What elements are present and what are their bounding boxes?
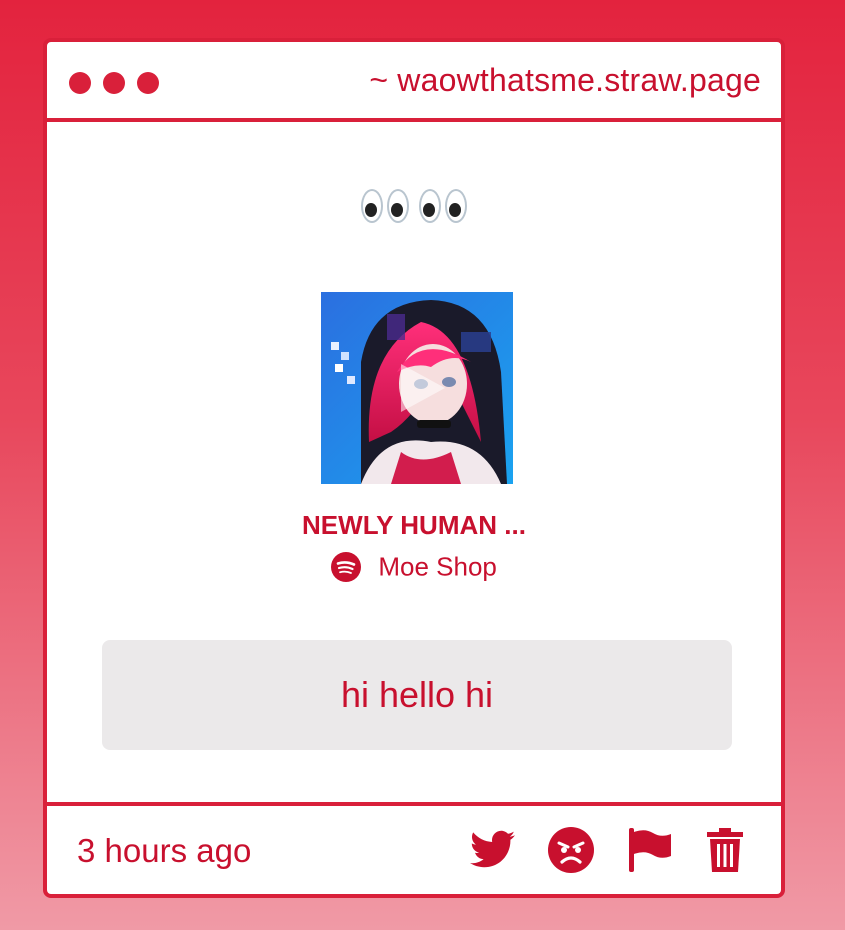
artist-name: Moe Shop: [378, 551, 497, 582]
album-cover[interactable]: [321, 292, 513, 484]
message-box: hi hello hi: [102, 640, 732, 750]
play-icon[interactable]: [321, 292, 513, 484]
window-titlebar: ~ waowthatsme.straw.page: [47, 42, 781, 122]
eyes-icon: [361, 189, 409, 223]
post-card: ~ waowthatsme.straw.page NEWLY HUMAN ...…: [43, 38, 785, 898]
timestamp: 3 hours ago: [77, 832, 252, 869]
trash-icon[interactable]: [701, 826, 749, 874]
post-footer: 3 hours ago: [47, 802, 781, 894]
window-dot: [69, 72, 91, 94]
window-dot: [137, 72, 159, 94]
angry-face-icon[interactable]: [547, 826, 595, 874]
track-title[interactable]: NEWLY HUMAN ...: [47, 510, 781, 541]
page-url[interactable]: ~ waowthatsme.straw.page: [369, 62, 761, 99]
track-artist-row[interactable]: Moe Shop: [47, 550, 781, 583]
twitter-icon[interactable]: [469, 826, 517, 874]
flag-icon[interactable]: [625, 826, 673, 874]
eyes-icon: [419, 189, 467, 223]
eyes-emoji: [47, 184, 781, 234]
window-dot: [103, 72, 125, 94]
spotify-icon: [331, 552, 362, 583]
